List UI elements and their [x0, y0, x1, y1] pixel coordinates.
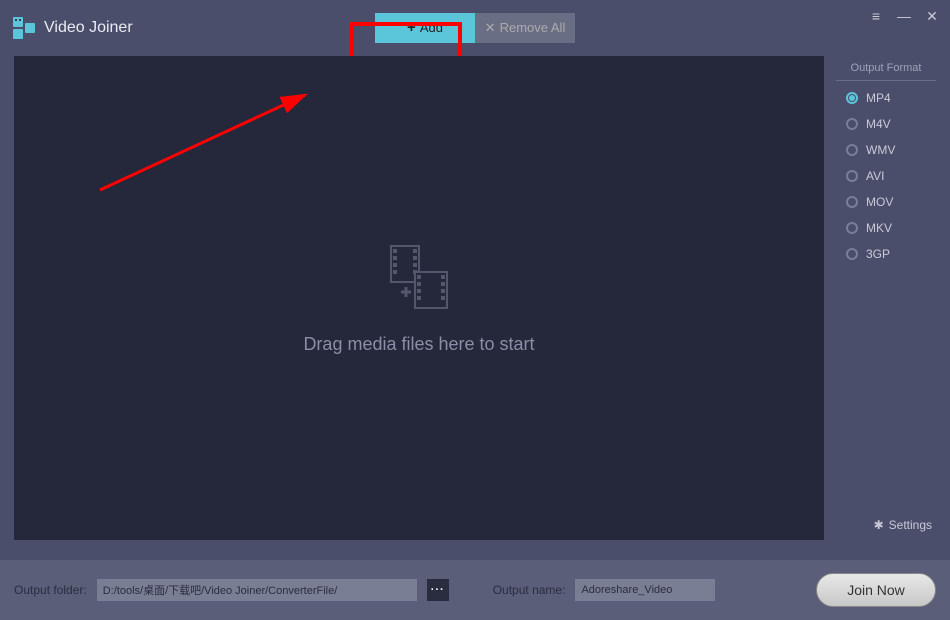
radio-icon [846, 118, 858, 130]
logo-icon [12, 16, 36, 40]
remove-all-label: Remove All [500, 20, 566, 35]
format-label: MKV [866, 221, 892, 235]
join-now-button[interactable]: Join Now [816, 573, 936, 607]
radio-icon [846, 222, 858, 234]
gear-icon: ✱ [874, 518, 884, 532]
format-label: MP4 [866, 91, 891, 105]
format-label: M4V [866, 117, 891, 131]
format-option-mov[interactable]: MOV [846, 195, 936, 209]
window-controls: ≡ — ✕ [868, 8, 940, 25]
settings-link[interactable]: ✱ Settings [874, 518, 932, 532]
radio-icon [846, 196, 858, 208]
format-option-3gp[interactable]: 3GP [846, 247, 936, 261]
output-format-title: Output Format [836, 62, 936, 81]
format-option-mkv[interactable]: MKV [846, 221, 936, 235]
drop-zone[interactable]: Drag media files here to start [14, 56, 824, 540]
radio-icon [846, 144, 858, 156]
radio-icon [846, 170, 858, 182]
remove-all-button[interactable]: ✕ Remove All [475, 13, 575, 43]
minimize-button[interactable]: — [896, 8, 912, 25]
media-join-icon [383, 242, 455, 314]
app-logo: Video Joiner [12, 16, 133, 40]
format-list: MP4 M4V WMV AVI MOV MKV 3GP [836, 91, 936, 261]
format-label: AVI [866, 169, 884, 183]
close-button[interactable]: ✕ [924, 8, 940, 25]
add-button-label: Add [420, 20, 443, 35]
plus-icon: + [407, 19, 416, 36]
close-icon: ✕ [485, 20, 496, 36]
output-folder-input[interactable] [97, 579, 417, 601]
drop-hint-text: Drag media files here to start [303, 334, 534, 355]
output-format-panel: Output Format MP4 M4V WMV AVI MOV MKV 3GP [836, 62, 936, 261]
bottom-bar: Output folder: ··· Output name: Join Now [0, 560, 950, 620]
radio-icon [846, 248, 858, 260]
top-buttons: + Add ✕ Remove All [375, 13, 575, 43]
browse-button[interactable]: ··· [427, 579, 449, 601]
settings-label: Settings [889, 518, 932, 532]
format-option-mp4[interactable]: MP4 [846, 91, 936, 105]
add-button[interactable]: + Add [375, 13, 475, 43]
radio-icon [846, 92, 858, 104]
format-label: WMV [866, 143, 895, 157]
titlebar: Video Joiner + Add ✕ Remove All ≡ — ✕ [0, 0, 950, 55]
output-folder-label: Output folder: [14, 583, 87, 597]
format-label: 3GP [866, 247, 890, 261]
format-label: MOV [866, 195, 893, 209]
format-option-avi[interactable]: AVI [846, 169, 936, 183]
app-title: Video Joiner [44, 19, 133, 37]
format-option-m4v[interactable]: M4V [846, 117, 936, 131]
menu-icon[interactable]: ≡ [868, 8, 884, 25]
output-name-input[interactable] [575, 579, 715, 601]
output-name-label: Output name: [493, 583, 566, 597]
format-option-wmv[interactable]: WMV [846, 143, 936, 157]
